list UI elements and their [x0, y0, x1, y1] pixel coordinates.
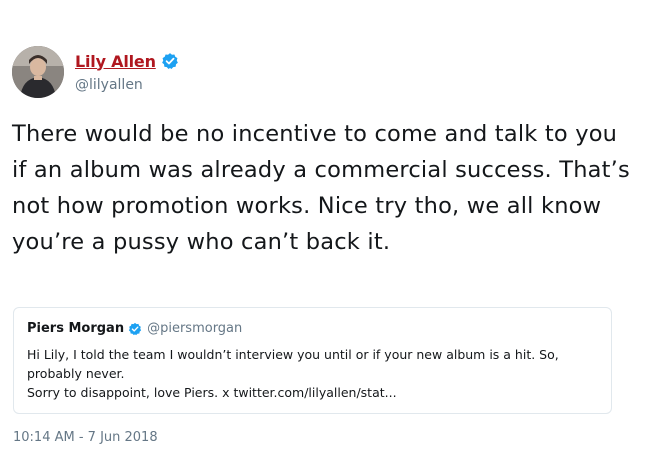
- tweet-text: There would be no incentive to come and …: [12, 121, 630, 255]
- quoted-author-name: Piers Morgan: [27, 321, 125, 336]
- quoted-tweet[interactable]: Piers Morgan @piersmorgan Hi Lily, I tol…: [13, 307, 612, 414]
- quoted-tweet-line-1: Hi Lily, I told the team I wouldn’t inte…: [27, 347, 559, 381]
- tweet-card: Lily Allen @lilyallen There would be no …: [0, 0, 650, 457]
- quoted-tweet-header: Piers Morgan @piersmorgan: [27, 321, 242, 336]
- verified-badge-icon: [128, 322, 142, 335]
- author-display-name[interactable]: Lily Allen: [75, 52, 156, 71]
- avatar[interactable]: [12, 46, 64, 98]
- author-name-row: Lily Allen: [75, 50, 179, 72]
- avatar-photo: [12, 46, 64, 98]
- author-handle[interactable]: @lilyallen: [75, 77, 143, 93]
- tweet-timestamp[interactable]: 10:14 AM - 7 Jun 2018: [13, 430, 158, 445]
- verified-badge-icon: [161, 53, 178, 69]
- quoted-tweet-line-2: Sorry to disappoint, love Piers. x twitt…: [27, 385, 397, 400]
- quoted-author-handle: @piersmorgan: [147, 321, 243, 336]
- quoted-tweet-text: Hi Lily, I told the team I wouldn’t inte…: [27, 345, 602, 402]
